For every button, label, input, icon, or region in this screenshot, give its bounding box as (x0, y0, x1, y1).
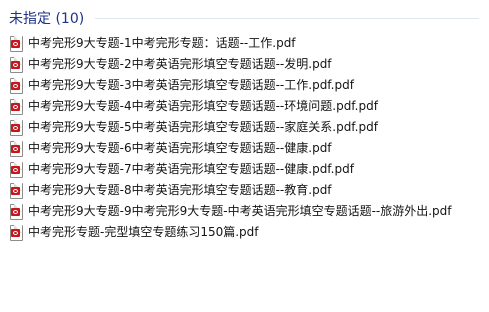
file-name: 中考完形9大专题-5中考英语完形填空专题话题--家庭关系.pdf.pdf (28, 120, 378, 134)
group-title: 未指定 (10) (9, 11, 85, 27)
file-item[interactable]: 中考完形9大专题-9中考完形9大专题-中考英语完形填空专题话题--旅游外出.pd… (10, 201, 452, 222)
file-item[interactable]: 中考完形9大专题-4中考英语完形填空专题话题--环境问题.pdf.pdf (10, 96, 452, 117)
pdf-file-icon (10, 204, 23, 220)
file-list: 中考完形9大专题-1中考完形专题：话题--工作.pdf 中考完形9大专题-2中考… (10, 33, 452, 243)
pdf-file-icon (10, 141, 23, 157)
group-header-unspecified[interactable]: 未指定 (10) (9, 6, 479, 30)
file-name: 中考完形9大专题-8中考英语完形填空专题话题--教育.pdf (28, 183, 332, 197)
file-item[interactable]: 中考完形9大专题-3中考英语完形填空专题话题--工作.pdf.pdf (10, 75, 452, 96)
file-item[interactable]: 中考完形9大专题-2中考英语完形填空专题话题--发明.pdf (10, 54, 452, 75)
pdf-file-icon (10, 36, 23, 52)
file-name: 中考完形9大专题-6中考英语完形填空专题话题--健康.pdf (28, 141, 332, 155)
file-name: 中考完形专题-完型填空专题练习150篇.pdf (28, 225, 259, 239)
file-item[interactable]: 中考完形专题-完型填空专题练习150篇.pdf (10, 222, 452, 243)
group-divider (95, 18, 479, 19)
file-name: 中考完形9大专题-7中考英语完形填空专题话题--健康.pdf.pdf (28, 162, 354, 176)
pdf-file-icon (10, 183, 23, 199)
file-name: 中考完形9大专题-2中考英语完形填空专题话题--发明.pdf (28, 57, 332, 71)
file-name: 中考完形9大专题-4中考英语完形填空专题话题--环境问题.pdf.pdf (28, 99, 378, 113)
pdf-file-icon (10, 78, 23, 94)
file-item[interactable]: 中考完形9大专题-1中考完形专题：话题--工作.pdf (10, 33, 452, 54)
pdf-file-icon (10, 162, 23, 178)
pdf-file-icon (10, 225, 23, 241)
file-item[interactable]: 中考完形9大专题-7中考英语完形填空专题话题--健康.pdf.pdf (10, 159, 452, 180)
pdf-file-icon (10, 99, 23, 115)
pdf-file-icon (10, 57, 23, 73)
file-item[interactable]: 中考完形9大专题-5中考英语完形填空专题话题--家庭关系.pdf.pdf (10, 117, 452, 138)
file-name: 中考完形9大专题-9中考完形9大专题-中考英语完形填空专题话题--旅游外出.pd… (28, 204, 452, 218)
file-item[interactable]: 中考完形9大专题-8中考英语完形填空专题话题--教育.pdf (10, 180, 452, 201)
file-item[interactable]: 中考完形9大专题-6中考英语完形填空专题话题--健康.pdf (10, 138, 452, 159)
pdf-file-icon (10, 120, 23, 136)
file-name: 中考完形9大专题-1中考完形专题：话题--工作.pdf (28, 36, 296, 50)
file-name: 中考完形9大专题-3中考英语完形填空专题话题--工作.pdf.pdf (28, 78, 354, 92)
